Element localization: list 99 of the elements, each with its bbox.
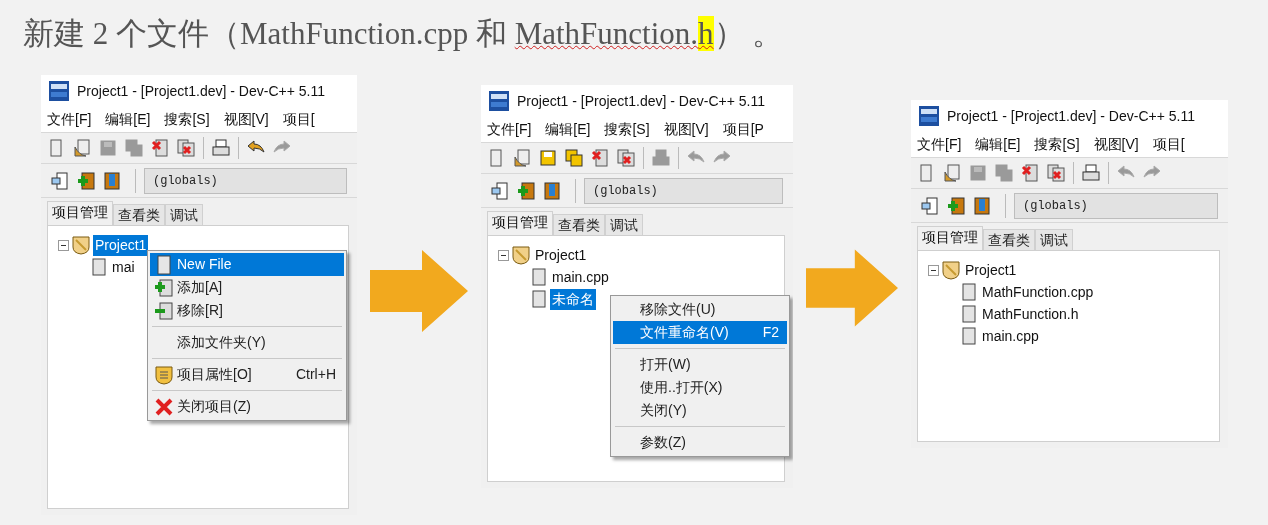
tab[interactable]: 调试 <box>605 214 643 235</box>
new-project-icon[interactable] <box>491 181 509 200</box>
menu-item[interactable]: 项目[P <box>722 119 764 140</box>
menu-item[interactable]: 视图[V] <box>1093 134 1139 155</box>
menu-item[interactable]: 搜索[S] <box>604 119 650 140</box>
tree-item[interactable]: MathFunction.h <box>980 303 1081 325</box>
tab[interactable]: 项目管理 <box>47 201 113 225</box>
tab[interactable]: 项目管理 <box>487 211 553 235</box>
tree-item[interactable]: main.cpp <box>550 266 611 288</box>
tab[interactable]: 调试 <box>165 204 203 225</box>
printer-icon[interactable] <box>1082 164 1100 182</box>
open-file-icon[interactable] <box>943 164 961 182</box>
tab[interactable]: 调试 <box>1035 229 1073 250</box>
shortcut-label: Ctrl+H <box>295 365 336 384</box>
file-icon <box>532 268 546 286</box>
menu-item[interactable]: 搜索[S] <box>1034 134 1080 155</box>
menu-item[interactable]: 项目[ <box>282 109 315 130</box>
add-file-icon[interactable] <box>947 196 965 215</box>
tree-item[interactable]: Project1 <box>533 244 589 266</box>
project-icon <box>511 245 531 265</box>
blank-page-icon <box>155 254 172 275</box>
file-icon <box>92 258 106 276</box>
menu-item[interactable]: 打开(W) <box>613 353 787 376</box>
tree-item[interactable]: main.cpp <box>980 325 1041 347</box>
blank-page-icon[interactable] <box>917 164 935 182</box>
add-file-icon[interactable] <box>77 171 95 190</box>
file-icon <box>962 327 976 345</box>
printer-icon[interactable] <box>212 139 230 157</box>
close-files-icon[interactable] <box>617 149 635 167</box>
blank-page-icon[interactable] <box>47 139 65 157</box>
right-arrow-icon <box>806 248 898 328</box>
window-title: Project1 - [Project1.dev] - Dev-C++ 5.11 <box>517 91 765 111</box>
menu-item[interactable]: 项目[ <box>1152 134 1185 155</box>
close-file-icon[interactable] <box>151 139 169 157</box>
blank-page-icon[interactable] <box>487 149 505 167</box>
menu-item[interactable]: 编辑[E] <box>545 119 591 140</box>
open-file-icon[interactable] <box>513 149 531 167</box>
tab[interactable]: 查看类 <box>113 204 165 225</box>
menu-item[interactable]: 添加文件夹(Y) <box>150 331 344 354</box>
tree-item[interactable]: Project1 <box>963 259 1019 281</box>
file-icon <box>962 305 976 323</box>
scope-dropdown[interactable]: (globals) <box>1014 192 1218 219</box>
menu-item[interactable]: 视图[V] <box>223 109 269 130</box>
collapse-toggle[interactable] <box>928 264 939 276</box>
menu-item[interactable]: 搜索[S] <box>164 109 210 130</box>
app-icon <box>489 91 509 111</box>
menu-item[interactable]: 移除文件(U) <box>613 298 787 321</box>
close-file-icon[interactable] <box>591 149 609 167</box>
menu-item[interactable]: 文件[F] <box>917 134 962 155</box>
file-icon <box>532 290 546 308</box>
shield-icon <box>153 364 174 385</box>
menu-item[interactable]: 参数(Z) <box>613 431 787 454</box>
collapse-toggle[interactable] <box>58 239 69 251</box>
menu-item[interactable]: 使用..打开(X) <box>613 376 787 399</box>
collapse-toggle[interactable] <box>498 249 509 261</box>
tree-item[interactable]: 未命名 <box>550 288 596 310</box>
menu-item[interactable]: New File <box>150 253 344 276</box>
scope-dropdown[interactable]: (globals) <box>144 167 347 194</box>
tab[interactable]: 查看类 <box>983 229 1035 250</box>
close-icon <box>153 396 174 417</box>
close-files-icon[interactable] <box>1047 164 1065 182</box>
menu-item[interactable]: 文件[F] <box>487 119 532 140</box>
tab[interactable]: 项目管理 <box>917 226 983 250</box>
open-file-icon[interactable] <box>73 139 91 157</box>
book-icon[interactable] <box>103 171 121 190</box>
close-file-icon[interactable] <box>1021 164 1039 182</box>
menu-item[interactable]: 关闭项目(Z) <box>150 395 344 418</box>
scope-dropdown[interactable]: (globals) <box>584 177 783 204</box>
menu-item[interactable]: 文件重命名(V) F2 <box>613 321 787 344</box>
book-icon[interactable] <box>543 181 561 200</box>
app-icon <box>919 106 939 126</box>
menu-item[interactable]: 添加[A] <box>150 276 344 299</box>
window-title: Project1 - [Project1.dev] - Dev-C++ 5.11 <box>947 106 1195 126</box>
book-icon[interactable] <box>973 196 991 215</box>
project-icon <box>71 235 91 255</box>
tree-item[interactable]: mai <box>110 256 137 278</box>
window-title: Project1 - [Project1.dev] - Dev-C++ 5.11 <box>77 81 325 101</box>
add-file-icon[interactable] <box>517 181 535 200</box>
add-file-icon <box>153 277 174 298</box>
menu-item[interactable]: 关闭(Y) <box>613 399 787 422</box>
menu-item[interactable]: 编辑[E] <box>105 109 151 130</box>
file-icon <box>962 283 976 301</box>
app-icon <box>49 81 69 101</box>
floppy-disks-icon[interactable] <box>565 149 583 167</box>
tab[interactable]: 查看类 <box>553 214 605 235</box>
menu-item[interactable]: 移除[R] <box>150 299 344 322</box>
tree-item[interactable]: Project1 <box>93 234 149 256</box>
new-project-icon[interactable] <box>51 171 69 190</box>
menu-item[interactable]: 文件[F] <box>47 109 92 130</box>
menu-item[interactable]: 视图[V] <box>663 119 709 140</box>
new-project-icon[interactable] <box>921 196 939 215</box>
shortcut-label: F2 <box>762 323 779 342</box>
menu-item[interactable]: 项目属性[O] Ctrl+H <box>150 363 344 386</box>
menu-item[interactable]: 编辑[E] <box>975 134 1021 155</box>
close-files-icon[interactable] <box>177 139 195 157</box>
right-arrow-icon <box>370 250 468 332</box>
remove-file-icon <box>153 300 174 321</box>
tree-item[interactable]: MathFunction.cpp <box>980 281 1096 303</box>
project-icon <box>941 260 961 280</box>
